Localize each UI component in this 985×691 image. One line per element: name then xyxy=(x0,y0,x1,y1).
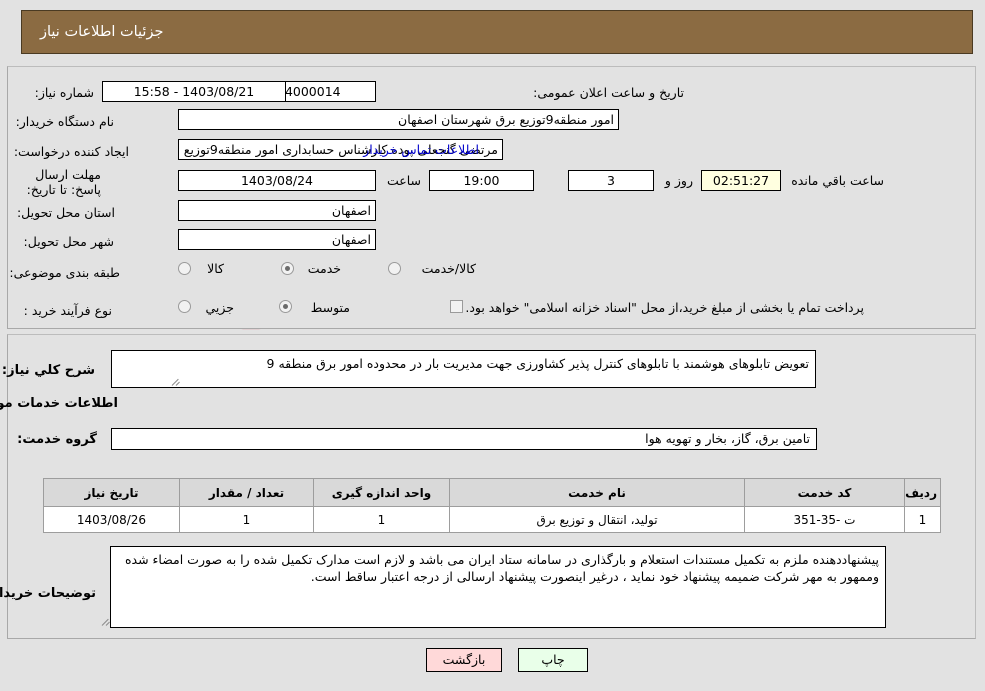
category-label-kala-khedmat: کالا/خدمت xyxy=(422,261,477,276)
deadline-date-field[interactable]: 1403/08/24 xyxy=(179,170,377,191)
deadline-days-suffix: روز و xyxy=(665,173,694,188)
purchase-type-radio-jozei[interactable] xyxy=(179,300,192,313)
service-group-label: گروه خدمت: xyxy=(18,432,98,447)
cell-radif: 1 xyxy=(905,506,942,533)
purchase-type-radio-motavaset[interactable] xyxy=(280,300,293,313)
cell-date: 1403/08/26 xyxy=(44,506,181,533)
deadline-label: مهلت ارسال پاسخ: تا تاریخ: xyxy=(27,167,102,197)
purchase-type-label: نوع فرآیند خرید : xyxy=(24,303,113,318)
province-label: استان محل تحویل: xyxy=(17,205,116,220)
buyer-contact-link[interactable]: اطلاعات تماس خریدار xyxy=(364,139,480,160)
table-row: 1 ت -35-351 تولید، انتقال و توزیع برق 1 … xyxy=(44,506,942,533)
services-heading: اطلاعات خدمات مورد نیاز xyxy=(0,396,119,411)
service-group-field[interactable]: تامین برق، گاز، بخار و تهویه هوا xyxy=(112,428,818,450)
buyer-notes-textarea[interactable]: پیشنهاددهنده ملزم به تکمیل مستندات استعل… xyxy=(111,546,887,628)
requester-label: ایجاد کننده درخواست: xyxy=(14,144,130,159)
purchase-type-label-jozei: جزیي xyxy=(206,300,235,315)
countdown-suffix: ساعت باقي مانده xyxy=(792,173,885,188)
category-label-kala: کالا xyxy=(208,261,225,276)
table-header-row: ردیف کد خدمت نام خدمت واحد اندازه گیری ت… xyxy=(44,478,942,507)
category-radio-khedmat[interactable] xyxy=(282,262,295,275)
province-field[interactable]: اصفهان xyxy=(179,200,377,221)
col-header-date: تاریخ نیاز xyxy=(44,478,181,507)
purchase-type-label-motavaset: متوسط xyxy=(311,300,351,315)
buyer-org-label: نام دستگاه خریدار: xyxy=(16,114,115,129)
treasury-bonds-checkbox[interactable] xyxy=(451,300,464,313)
col-header-code: کد خدمت xyxy=(745,478,906,507)
city-field[interactable]: اصفهان xyxy=(179,229,377,250)
need-info-panel xyxy=(8,66,977,329)
public-announce-label: تاریخ و ساعت اعلان عمومی: xyxy=(534,85,685,100)
category-radio-kala[interactable] xyxy=(179,262,192,275)
category-radio-kala-khedmat[interactable] xyxy=(389,262,402,275)
buyer-notes-label: توضیحات خریدار: xyxy=(0,586,97,601)
col-header-qty: تعداد / مقدار xyxy=(180,478,315,507)
deadline-time-label: ساعت xyxy=(387,173,422,188)
page-title: جزئیات اطلاعات نیاز xyxy=(41,24,165,40)
category-label-khedmat: خدمت xyxy=(308,261,342,276)
cell-unit: 1 xyxy=(314,506,451,533)
print-button[interactable]: چاپ xyxy=(519,648,589,672)
deadline-days-field[interactable]: 3 xyxy=(569,170,655,191)
public-announce-field[interactable]: 1403/08/21 - 15:58 xyxy=(103,81,287,102)
treasury-bonds-label: پرداخت تمام یا بخشی از مبلغ خرید،از محل … xyxy=(466,300,865,315)
services-table: ردیف کد خدمت نام خدمت واحد اندازه گیری ت… xyxy=(44,478,942,533)
deadline-time-field[interactable]: 19:00 xyxy=(430,170,535,191)
countdown-timer: 02:51:27 xyxy=(702,170,782,191)
cell-qty: 1 xyxy=(180,506,315,533)
need-number-label: شماره نیاز: xyxy=(35,85,95,100)
cell-name: تولید، انتقال و توزیع برق xyxy=(450,506,746,533)
page-header: جزئیات اطلاعات نیاز xyxy=(22,10,974,54)
city-label: شهر محل تحویل: xyxy=(24,234,115,249)
col-header-unit: واحد اندازه گیری xyxy=(314,478,451,507)
col-header-radif: ردیف xyxy=(905,478,942,507)
need-summary-label: شرح کلي نياز: xyxy=(2,363,96,378)
buyer-org-field[interactable]: امور منطقه9توزیع برق شهرستان اصفهان xyxy=(179,109,620,130)
cell-code: ت -35-351 xyxy=(745,506,906,533)
category-label: طبقه بندی موضوعی: xyxy=(10,265,121,280)
col-header-name: نام خدمت xyxy=(450,478,746,507)
need-summary-textarea[interactable]: تعویض تابلوهای هوشمند با تابلوهای کنترل … xyxy=(112,350,817,388)
page-root: AriaTender.net جزئیات اطلاعات نیاز شماره… xyxy=(0,0,985,691)
back-button[interactable]: بازگشت xyxy=(427,648,503,672)
